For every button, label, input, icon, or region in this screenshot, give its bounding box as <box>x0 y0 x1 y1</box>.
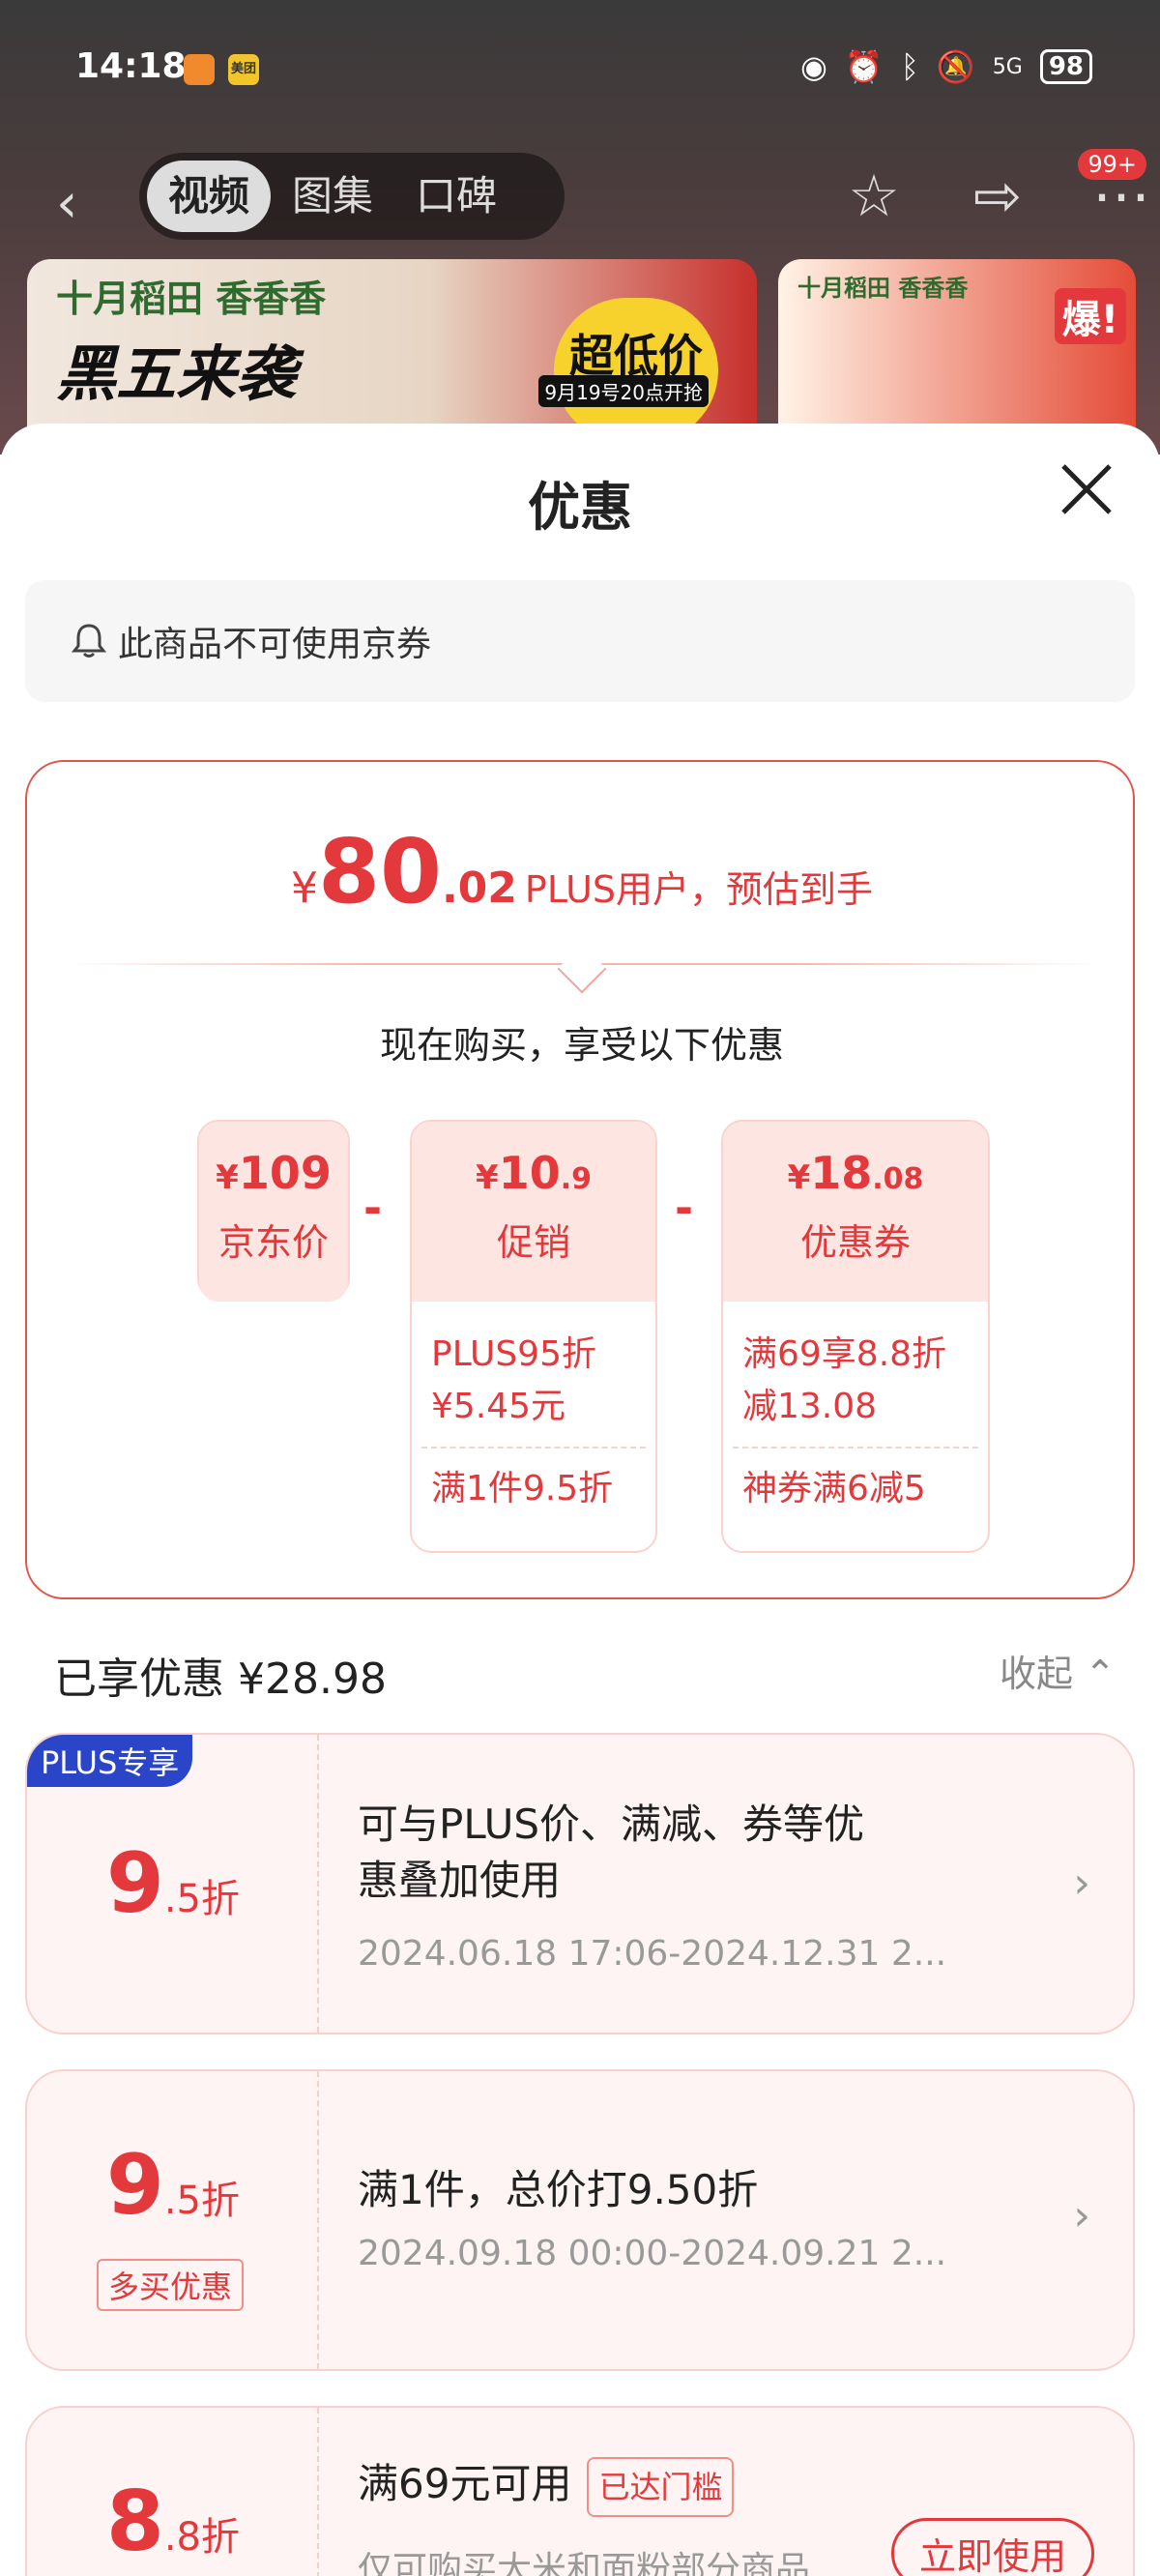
signal-icon: 5G <box>992 54 1023 79</box>
side-banner-brand: 十月稻田 香香香 <box>798 275 969 302</box>
cart-badge: 99+ <box>1078 149 1146 180</box>
coupon-detail: 满69享8.8折 减13.08 <box>723 1302 988 1447</box>
coupon-symbol: ¥ <box>787 1158 811 1197</box>
jd-price-label: 京东价 <box>218 1221 329 1264</box>
discount-sheet: 优惠 此商品不可使用京券 ¥80.02 PLUS用户，预估到手 现在购买，享受以下… <box>0 424 1160 2576</box>
close-icon[interactable] <box>1056 458 1117 520</box>
collapse-label: 收起 <box>1000 1653 1074 1695</box>
price-breakdown: ¥80.02 PLUS用户，预估到手 现在购买，享受以下优惠 ¥109 京东价 -… <box>25 760 1135 1599</box>
plus-exclusive-badge: PLUS专享 <box>27 1735 193 1787</box>
card-discount: 9.5折 <box>27 2137 319 2234</box>
discount-dec: .5折 <box>163 1877 240 1921</box>
card-discount: 8.8折 <box>27 2474 319 2570</box>
card-validity: 2024.09.18 00:00-2024.09.21 2... <box>358 2234 947 2273</box>
minus-sign: - <box>363 1182 383 1234</box>
enjoyed-discount: 已享优惠 ¥28.98 <box>54 1654 387 1704</box>
coupon-detail-line1: 满69享8.8折 <box>742 1334 947 1374</box>
side-banner-tag: 爆! <box>1054 288 1126 344</box>
tab-video[interactable]: 视频 <box>147 161 272 232</box>
promotion-label: 促销 <box>496 1221 570 1264</box>
price-label: PLUS用户，预估到手 <box>524 868 874 911</box>
alarm-icon: ⏰ <box>844 48 884 85</box>
sheet-title: 优惠 <box>528 477 632 538</box>
coupon-detail-extra: 神券满6减5 <box>733 1447 978 1530</box>
favorite-star-icon[interactable]: ☆ <box>835 162 913 230</box>
banner-brand: 十月稻田 香香香 <box>56 278 327 320</box>
discount-int: 8 <box>105 2474 164 2570</box>
collapse-button[interactable]: 收起 ⌃ <box>1000 1644 1116 1697</box>
use-now-button[interactable]: 立即使用 <box>890 2518 1094 2576</box>
coupon-detail-line2: 减13.08 <box>742 1387 878 1426</box>
battery-icon: 98 <box>1039 49 1092 84</box>
chevron-up-icon: ⌃ <box>1085 1653 1116 1695</box>
price-integer: 80 <box>317 820 442 923</box>
media-tabs: 视频 图集 口碑 <box>139 153 565 240</box>
card-scope: 仅可购买大米和面粉部分商品 <box>358 2550 811 2576</box>
divider-notch <box>557 944 607 994</box>
threshold-reached-tag: 已达门槛 <box>587 2456 735 2517</box>
promotion-symbol: ¥ <box>476 1158 499 1197</box>
chevron-right-icon[interactable]: › <box>1073 1859 1090 1908</box>
card-discount: 9.5折 <box>27 1835 319 1932</box>
back-icon[interactable]: ‹ <box>56 172 77 235</box>
coupon-label: 优惠券 <box>799 1221 911 1264</box>
promotion-detail-line2: ¥5.45元 <box>431 1387 566 1426</box>
multi-buy-tag: 多买优惠 <box>97 2259 245 2311</box>
promotion-detail-line1: PLUS95折 <box>431 1334 596 1374</box>
coupon-notice: 此商品不可使用京券 <box>25 580 1135 702</box>
discount-int: 9 <box>105 1835 164 1932</box>
card-title-line1: 可与PLUS价、满减、券等优 <box>358 1800 865 1848</box>
jd-price-box: ¥109 京东价 <box>197 1120 350 1302</box>
eye-icon: ◉ <box>799 48 827 85</box>
top-navigation: ‹ 视频 图集 口碑 ☆ ⇨ ⋯ 99+ <box>0 149 1160 242</box>
promotion-detail: PLUS95折 ¥5.45元 <box>412 1302 655 1447</box>
banner-date: 9月19号20点开抢 <box>538 375 709 407</box>
promotion-box: ¥10.9 促销 PLUS95折 ¥5.45元 满1件9.5折 <box>410 1120 657 1553</box>
coupon-decimal: .08 <box>872 1162 924 1196</box>
card-validity: 2024.06.18 17:06-2024.12.31 2... <box>358 1934 947 1974</box>
card-title: 满1件，总价打9.50折 <box>358 2166 759 2213</box>
coupon-box: ¥18.08 优惠券 满69享8.8折 减13.08 神券满6减5 <box>721 1120 990 1553</box>
price-decimal: .02 <box>441 864 517 913</box>
card-title-text: 满69元可用 <box>358 2460 572 2507</box>
card-title-line2: 惠叠加使用 <box>358 1857 562 1904</box>
discount-card-coupon[interactable]: 8.8折 满69元可用 已达门槛 仅可购买大米和面粉部分商品 立即使用 <box>25 2406 1135 2576</box>
jd-price-amount: 109 <box>238 1147 332 1199</box>
promotion-detail-extra: 满1件9.5折 <box>421 1447 646 1530</box>
discount-dec: .8折 <box>163 2515 240 2560</box>
status-bar: 14:18 美团 ◉ ⏰ ᛒ 🔕 5G 98 <box>0 39 1160 104</box>
banner-slogan: 黑五来袭 <box>56 338 297 409</box>
bell-icon <box>71 624 107 658</box>
meituan-notification-icon: 美团 <box>228 54 259 85</box>
discount-dec: .5折 <box>163 2179 240 2223</box>
card-title: 可与PLUS价、满减、券等优 惠叠加使用 <box>358 1797 864 1909</box>
now-buy-text: 现在购买，享受以下优惠 <box>379 1024 784 1067</box>
discount-int: 9 <box>105 2137 164 2234</box>
minus-sign: - <box>675 1182 694 1234</box>
app-notification-icon <box>184 54 215 85</box>
tab-gallery[interactable]: 图集 <box>271 161 394 232</box>
share-icon[interactable]: ⇨ <box>959 162 1036 230</box>
notice-text: 此商品不可使用京券 <box>118 625 432 664</box>
promotion-amount: 10 <box>498 1147 561 1199</box>
mute-icon: 🔕 <box>936 48 975 85</box>
banner-promo: 超低价 <box>554 298 718 443</box>
discount-card-multi-buy[interactable]: 9.5折 多买优惠 满1件，总价打9.50折 2024.09.18 00:00-… <box>25 2069 1135 2371</box>
chevron-right-icon[interactable]: › <box>1073 2191 1090 2240</box>
discount-card-plus[interactable]: PLUS专享 9.5折 可与PLUS价、满减、券等优 惠叠加使用 2024.06… <box>25 1733 1135 2034</box>
status-time: 14:18 <box>75 46 187 86</box>
bluetooth-icon: ᛒ <box>900 48 919 85</box>
coupon-amount: 18 <box>810 1147 873 1199</box>
jd-price-symbol: ¥ <box>216 1158 239 1197</box>
tab-reviews[interactable]: 口碑 <box>394 161 518 232</box>
card-title: 满69元可用 已达门槛 <box>358 2456 735 2517</box>
status-icons: ◉ ⏰ ᛒ 🔕 5G 98 <box>800 48 1092 85</box>
estimated-price: ¥80.02 PLUS用户，预估到手 <box>27 820 1137 923</box>
price-symbol: ¥ <box>290 864 318 913</box>
promotion-decimal: .9 <box>560 1162 592 1196</box>
